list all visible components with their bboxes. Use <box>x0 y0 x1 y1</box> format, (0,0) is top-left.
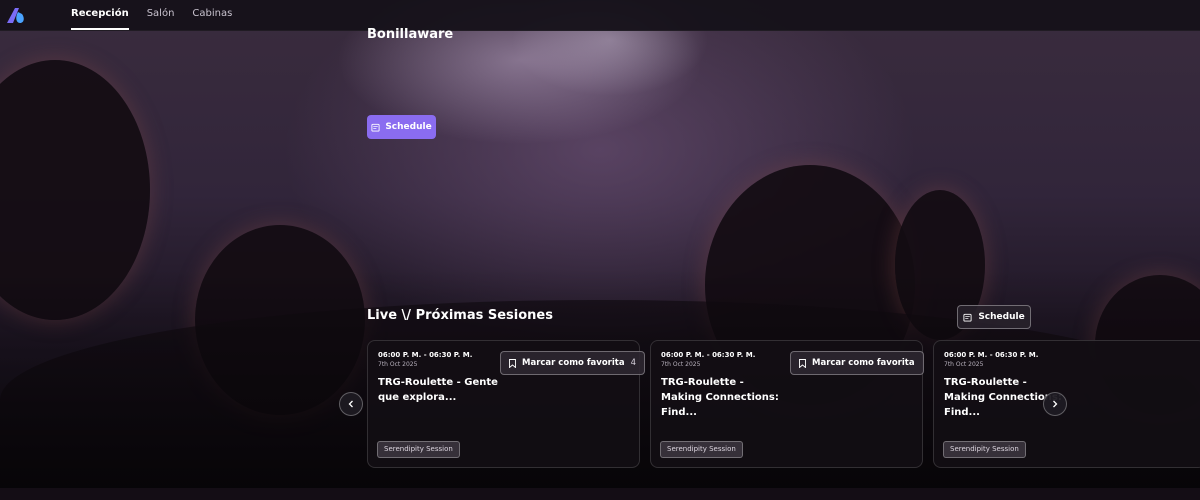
favorite-label: Marcar como favorita <box>522 358 625 368</box>
chevron-left-icon <box>348 400 353 408</box>
session-type-badge: Serendipity Session <box>377 441 460 458</box>
tab-recepcion[interactable]: Recepción <box>71 0 129 30</box>
bookmark-icon <box>799 358 806 368</box>
nav-tabs: Recepción Salón Cabinas <box>71 0 232 30</box>
session-type-badge: Serendipity Session <box>943 441 1026 458</box>
favorite-count: 4 <box>630 358 636 368</box>
sessions-schedule-label: Schedule <box>978 312 1025 322</box>
session-type-badge: Serendipity Session <box>660 441 743 458</box>
sessions-schedule-button[interactable]: Schedule <box>957 305 1031 329</box>
carousel-prev-button[interactable] <box>339 392 363 416</box>
calendar-icon <box>371 123 380 132</box>
session-date: 7th Oct 2025 <box>661 361 701 368</box>
favorite-label: Marcar como favorita <box>812 358 915 368</box>
session-time: 06:00 P. M. - 06:30 P. M. <box>378 351 473 359</box>
session-card[interactable]: 06:00 P. M. - 06:30 P. M. 7th Oct 2025 T… <box>650 340 924 468</box>
session-date: 7th Oct 2025 <box>944 361 984 368</box>
session-title: TRG-Roulette - Gente que explora... <box>378 377 498 403</box>
bookmark-icon <box>509 358 516 368</box>
tab-cabinas[interactable]: Cabinas <box>192 0 232 30</box>
schedule-button-label: Schedule <box>385 122 432 132</box>
favorite-button[interactable]: Marcar como favorita <box>790 351 924 375</box>
favorite-button[interactable]: Marcar como favorita 4 <box>500 351 645 375</box>
schedule-button[interactable]: Schedule <box>367 115 436 139</box>
logo-icon[interactable] <box>6 6 28 24</box>
tab-salon[interactable]: Salón <box>147 0 175 30</box>
session-title: TRG-Roulette - Making Connections: Find.… <box>661 377 779 418</box>
session-time: 06:00 P. M. - 06:30 P. M. <box>944 351 1039 359</box>
top-navigation: Recepción Salón Cabinas <box>0 0 1200 31</box>
chevron-right-icon <box>1053 400 1058 408</box>
carousel-next-button[interactable] <box>1043 392 1067 416</box>
sessions-title: Live \/ Próximas Sesiones <box>367 308 553 323</box>
event-name: Bonillaware <box>367 27 454 42</box>
session-date: 7th Oct 2025 <box>378 361 418 368</box>
session-time: 06:00 P. M. - 06:30 P. M. <box>661 351 756 359</box>
calendar-icon <box>963 313 972 322</box>
session-card[interactable]: 06:00 P. M. - 06:30 P. M. 7th Oct 2025 T… <box>367 340 645 468</box>
